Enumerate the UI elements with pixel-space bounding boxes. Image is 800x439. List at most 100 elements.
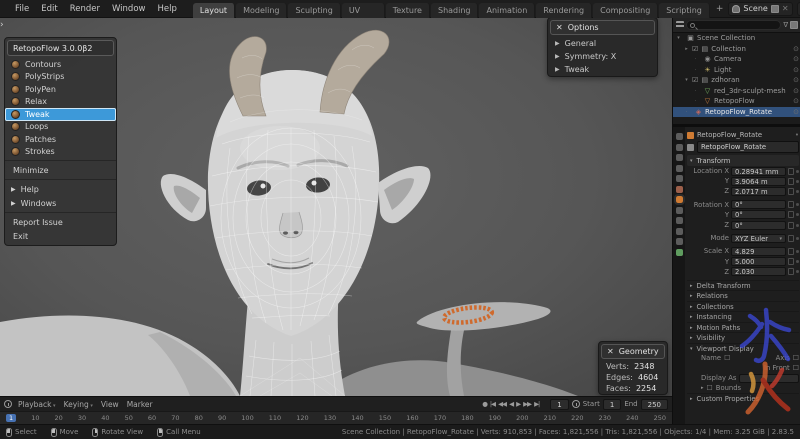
lock-icon[interactable] <box>788 235 794 242</box>
custom-properties-header[interactable]: ▸ Custom Properties <box>687 393 799 404</box>
options-section-row[interactable]: ▶ Symmetry: X <box>548 50 657 63</box>
end-frame-field[interactable]: 250 <box>641 399 668 410</box>
timeline-menu[interactable]: Keying <box>64 400 93 409</box>
axis-checkbox[interactable]: ☐ <box>793 354 799 362</box>
lock-icon[interactable] <box>788 258 794 265</box>
workspace-tab[interactable]: Compositing <box>593 3 658 18</box>
eye-icon[interactable]: ⊙ <box>793 66 799 74</box>
eye-icon[interactable]: ⊙ <box>793 76 799 84</box>
animate-dot-icon[interactable] <box>796 260 799 263</box>
disclosure-triangle-icon[interactable]: · <box>692 88 699 94</box>
retopoflow-tool[interactable]: Contours <box>5 58 116 71</box>
playback-button[interactable]: ◀◀ <box>498 400 506 408</box>
disclosure-triangle-icon[interactable]: · <box>692 98 699 104</box>
outliner-search[interactable] <box>686 20 781 30</box>
workspace-tab[interactable]: Sculpting <box>288 3 340 18</box>
field-value[interactable]: 4.829 <box>731 247 786 256</box>
animate-dot-icon[interactable] <box>796 250 799 253</box>
report-issue-button[interactable]: Report Issue <box>5 215 116 229</box>
field-value[interactable]: XYZ Euler <box>731 234 786 243</box>
retopoflow-tool[interactable]: PolyPen <box>5 83 116 96</box>
close-icon[interactable]: ✕ <box>556 23 563 32</box>
close-icon[interactable]: ✕ <box>782 4 789 13</box>
collapsed-section-row[interactable]: ▸ Delta Transform <box>687 280 799 291</box>
exit-button[interactable]: Exit <box>5 229 116 243</box>
editor-type-icon[interactable] <box>676 21 684 29</box>
bounds-checkbox[interactable]: ☐ <box>707 384 713 392</box>
display-as-dropdown[interactable] <box>739 374 799 383</box>
playback-button[interactable]: ▶ <box>516 400 520 408</box>
workspace-tab[interactable]: Texture Paint <box>386 3 430 18</box>
lock-icon[interactable] <box>788 248 794 255</box>
outliner-row[interactable]: ▾ ▣ Scene Collection <box>673 33 800 44</box>
retopoflow-menu-item[interactable]: ▶ Help <box>5 182 116 196</box>
properties-tab-icon[interactable] <box>676 186 683 193</box>
workspace-tab[interactable]: Modeling <box>236 3 287 18</box>
eye-icon[interactable]: ⊙ <box>793 108 799 116</box>
start-frame-field[interactable]: 1 <box>603 399 621 410</box>
lock-icon[interactable] <box>788 168 794 175</box>
retopoflow-menu-item[interactable]: ▶ Windows <box>5 196 116 210</box>
lock-icon[interactable] <box>788 211 794 218</box>
timeline-editor-icon[interactable] <box>4 400 12 408</box>
workspace-tab[interactable]: Rendering <box>536 3 592 18</box>
scene-selector[interactable]: Scene ✕ <box>728 2 792 16</box>
timeline-menu[interactable]: Playback <box>18 400 56 409</box>
playback-button[interactable]: ◀ <box>509 400 513 408</box>
new-scene-icon[interactable] <box>771 5 779 13</box>
workspace-tab[interactable]: Animation <box>479 3 535 18</box>
disclosure-triangle-icon[interactable]: · <box>692 67 699 73</box>
properties-tab-icon[interactable] <box>676 228 683 235</box>
retopoflow-tool[interactable]: Relax <box>5 96 116 109</box>
viewport-3d[interactable]: ▾ › ✕ Options ▶ General ▶ Symmetry: X ▶ … <box>0 18 672 396</box>
properties-tab-icon[interactable] <box>676 165 683 172</box>
properties-tab-icon[interactable] <box>676 154 683 161</box>
outliner-row[interactable]: · ◉ Camera ⊙ <box>673 54 800 65</box>
panel-expand-arrow[interactable]: › <box>0 20 4 30</box>
collection-checkbox[interactable]: ☑ <box>692 45 698 53</box>
properties-tab-icon[interactable] <box>676 207 683 214</box>
outliner-row[interactable]: · ◈ RetopoFlow_Rotate ⊙ <box>673 107 800 118</box>
timeline-menu[interactable]: Marker <box>127 400 153 409</box>
workspace-tab[interactable]: Layout <box>193 3 235 18</box>
animate-dot-icon[interactable] <box>796 237 799 240</box>
transform-section-header[interactable]: ▾ Transform <box>687 155 799 166</box>
outliner-row[interactable]: · ▽ RetopoFlow ⊙ <box>673 96 800 107</box>
object-name-field[interactable]: RetopoFlow_Rotate <box>697 141 799 153</box>
collection-checkbox[interactable]: ☑ <box>692 76 698 84</box>
retopoflow-tool[interactable]: PolyStrips <box>5 71 116 84</box>
retopoflow-tool[interactable]: Loops <box>5 121 116 134</box>
options-panel-header[interactable]: ✕ Options <box>550 20 655 35</box>
lock-icon[interactable] <box>788 222 794 229</box>
new-collection-icon[interactable] <box>790 21 798 29</box>
disclosure-triangle-icon[interactable]: · <box>692 56 699 62</box>
workspace-tab[interactable]: UV Editing <box>342 3 385 18</box>
properties-tab-icon[interactable] <box>676 238 683 245</box>
lock-icon[interactable] <box>788 178 794 185</box>
collapsed-section-row[interactable]: ▸ Visibility <box>687 332 799 343</box>
lock-icon[interactable] <box>788 201 794 208</box>
disclosure-triangle-icon[interactable]: ▸ <box>701 385 704 391</box>
field-value[interactable]: 0° <box>731 210 786 219</box>
playback-button[interactable]: |◀ <box>490 400 495 408</box>
workspace-tab[interactable]: Shading <box>431 3 479 18</box>
properties-tab-icon[interactable] <box>676 133 683 140</box>
timeline-ruler[interactable]: 1102030405060708090100110120130140150160… <box>0 411 672 424</box>
field-value[interactable]: 2.0717 m <box>731 187 786 196</box>
animate-dot-icon[interactable] <box>796 170 799 173</box>
animate-dot-icon[interactable] <box>796 213 799 216</box>
menu-item[interactable]: Window <box>106 0 152 18</box>
field-value[interactable]: 2.030 <box>731 267 786 276</box>
properties-tab-icon[interactable] <box>676 144 683 151</box>
menu-item[interactable]: File <box>9 0 35 18</box>
animate-dot-icon[interactable] <box>796 224 799 227</box>
properties-tab-icon[interactable] <box>676 217 683 224</box>
outliner-row[interactable]: ▾ ☑ ▤ zdhoran ⊙ <box>673 75 800 86</box>
animate-dot-icon[interactable] <box>796 203 799 206</box>
add-workspace-button[interactable]: + <box>711 4 729 14</box>
collapsed-section-row[interactable]: ▸ Relations <box>687 290 799 301</box>
workspace-tab[interactable]: Scripting <box>659 3 710 18</box>
viewport-display-header[interactable]: ▾ Viewport Display <box>687 343 799 354</box>
menu-item[interactable]: Render <box>64 0 106 18</box>
retopoflow-tool[interactable]: Tweak <box>5 108 116 121</box>
